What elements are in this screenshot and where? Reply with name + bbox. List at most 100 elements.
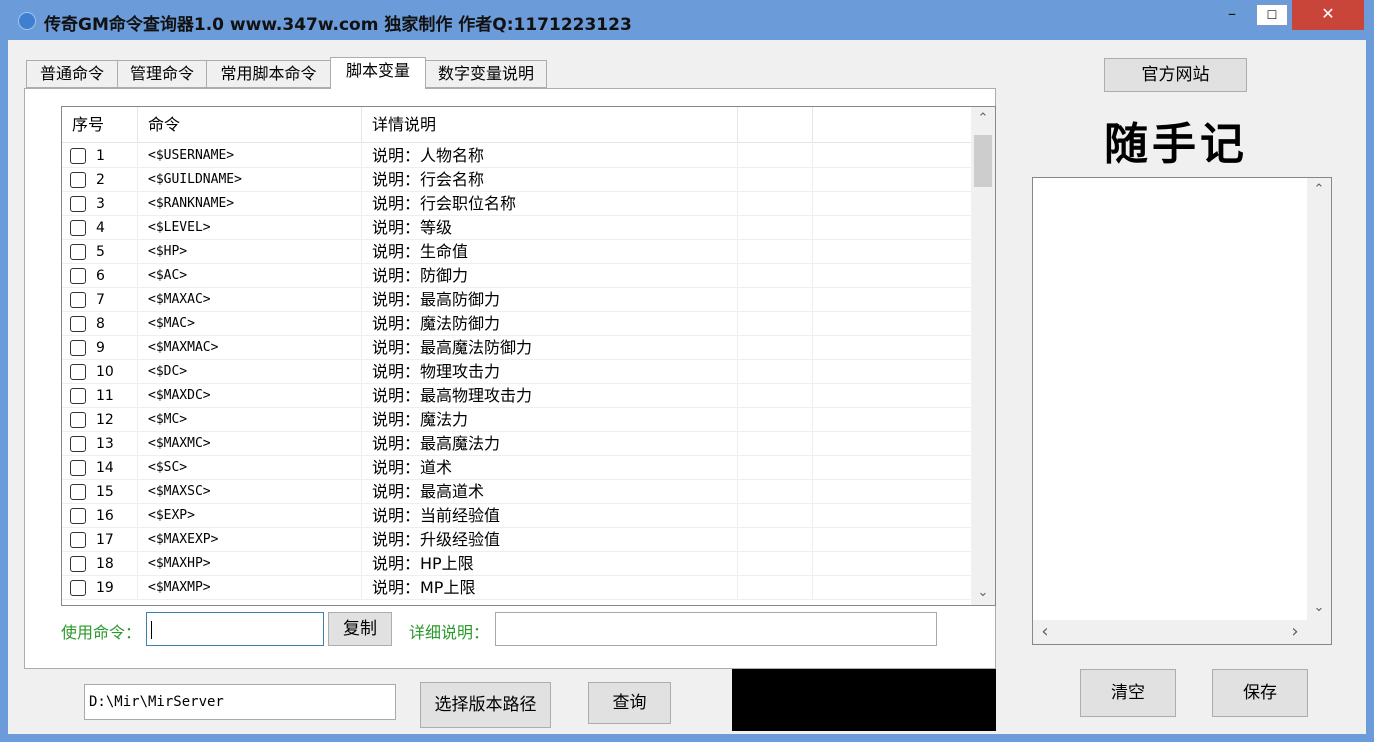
row-number-cell: 4 xyxy=(62,216,138,240)
row-checkbox[interactable] xyxy=(70,556,86,572)
row-command: <$DC> xyxy=(138,360,362,384)
query-button[interactable]: 查询 xyxy=(588,682,671,724)
notes-scroll-down-icon[interactable]: ⌄ xyxy=(1307,596,1331,620)
col-command[interactable]: 命令 xyxy=(138,107,362,143)
row-number-cell: 8 xyxy=(62,312,138,336)
row-number: 8 xyxy=(96,316,105,332)
row-number: 19 xyxy=(96,580,114,596)
tab-script-commands[interactable]: 常用脚本命令 xyxy=(206,60,331,88)
table-row[interactable]: 14 <$SC> 说明：道术 xyxy=(62,456,972,480)
table-row[interactable]: 5 <$HP> 说明：生命值 xyxy=(62,240,972,264)
row-number-cell: 9 xyxy=(62,336,138,360)
save-button[interactable]: 保存 xyxy=(1212,669,1308,717)
close-button[interactable]: ✕ xyxy=(1292,0,1364,30)
table-row[interactable]: 16 <$EXP> 说明：当前经验值 xyxy=(62,504,972,528)
row-extra-cell xyxy=(738,216,813,240)
row-checkbox[interactable] xyxy=(70,532,86,548)
notes-scroll-left-icon[interactable]: ‹ xyxy=(1033,620,1057,644)
row-number-cell: 3 xyxy=(62,192,138,216)
maximize-button[interactable]: ☐ xyxy=(1256,4,1288,26)
table-row[interactable]: 11 <$MAXDC> 说明：最高物理攻击力 xyxy=(62,384,972,408)
row-number-cell: 19 xyxy=(62,576,138,600)
table-row[interactable]: 4 <$LEVEL> 说明：等级 xyxy=(62,216,972,240)
tab-normal-commands[interactable]: 普通命令 xyxy=(26,60,118,88)
notes-scroll-up-icon[interactable]: ⌃ xyxy=(1307,178,1331,202)
row-command: <$EXP> xyxy=(138,504,362,528)
copy-button[interactable]: 复制 xyxy=(328,612,392,646)
row-extra-cell xyxy=(738,528,813,552)
row-checkbox[interactable] xyxy=(70,460,86,476)
table-row[interactable]: 13 <$MAXMC> 说明：最高魔法力 xyxy=(62,432,972,456)
row-checkbox[interactable] xyxy=(70,220,86,236)
row-checkbox[interactable] xyxy=(70,196,86,212)
tab-script-variables[interactable]: 脚本变量 xyxy=(330,57,426,89)
clear-button[interactable]: 清空 xyxy=(1080,669,1176,717)
scroll-down-icon[interactable]: ⌄ xyxy=(971,581,995,605)
row-checkbox[interactable] xyxy=(70,172,86,188)
row-checkbox[interactable] xyxy=(70,484,86,500)
minimize-button[interactable]: – xyxy=(1217,0,1247,30)
table-row[interactable]: 18 <$MAXHP> 说明：HP上限 xyxy=(62,552,972,576)
row-description: 说明：最高道术 xyxy=(362,480,738,504)
row-checkbox[interactable] xyxy=(70,580,86,596)
row-number: 15 xyxy=(96,484,114,500)
notes-vertical-scrollbar[interactable]: ⌃ ⌄ xyxy=(1307,178,1331,620)
table-row[interactable]: 3 <$RANKNAME> 说明：行会职位名称 xyxy=(62,192,972,216)
notes-scroll-corner xyxy=(1307,620,1331,644)
table-row[interactable]: 6 <$AC> 说明：防御力 xyxy=(62,264,972,288)
notes-scroll-right-icon[interactable]: › xyxy=(1283,620,1307,644)
row-checkbox[interactable] xyxy=(70,148,86,164)
table-row[interactable]: 12 <$MC> 说明：魔法力 xyxy=(62,408,972,432)
client-area: 普通命令 管理命令 常用脚本命令 脚本变量 数字变量说明 序号 命令 详情说明 … xyxy=(8,40,1366,734)
row-checkbox[interactable] xyxy=(70,292,86,308)
table-row[interactable]: 10 <$DC> 说明：物理攻击力 xyxy=(62,360,972,384)
row-extra-cell xyxy=(738,432,813,456)
server-path-input[interactable]: D:\Mir\MirServer xyxy=(84,684,396,720)
row-number-cell: 2 xyxy=(62,168,138,192)
row-number-cell: 10 xyxy=(62,360,138,384)
scroll-thumb[interactable] xyxy=(974,135,992,187)
command-list[interactable]: 序号 命令 详情说明 1 <$USERNAME> 说明：人物名称 2 <$GUILDNA… xyxy=(61,106,996,606)
row-command: <$SC> xyxy=(138,456,362,480)
row-command: <$LEVEL> xyxy=(138,216,362,240)
title-bar[interactable]: 传奇GM命令查询器1.0 www.347w.com 独家制作 作者Q:11712… xyxy=(0,0,1374,40)
row-command: <$MAXAC> xyxy=(138,288,362,312)
tab-admin-commands[interactable]: 管理命令 xyxy=(117,60,207,88)
row-number: 4 xyxy=(96,220,105,236)
table-row[interactable]: 2 <$GUILDNAME> 说明：行会名称 xyxy=(62,168,972,192)
row-checkbox[interactable] xyxy=(70,268,86,284)
row-checkbox[interactable] xyxy=(70,244,86,260)
row-description: 说明：防御力 xyxy=(362,264,738,288)
list-vertical-scrollbar[interactable]: ⌃ ⌄ xyxy=(971,107,995,605)
official-website-button[interactable]: 官方网站 xyxy=(1104,58,1247,92)
row-checkbox[interactable] xyxy=(70,436,86,452)
use-command-input[interactable] xyxy=(146,612,324,646)
row-checkbox[interactable] xyxy=(70,316,86,332)
table-row[interactable]: 17 <$MAXEXP> 说明：升级经验值 xyxy=(62,528,972,552)
col-number[interactable]: 序号 xyxy=(62,107,138,143)
row-description: 说明：行会职位名称 xyxy=(362,192,738,216)
col-detail[interactable]: 详情说明 xyxy=(362,107,738,143)
table-row[interactable]: 9 <$MAXMAC> 说明：最高魔法防御力 xyxy=(62,336,972,360)
row-checkbox[interactable] xyxy=(70,388,86,404)
table-row[interactable]: 15 <$MAXSC> 说明：最高道术 xyxy=(62,480,972,504)
notes-textarea[interactable]: ⌃ ⌄ ‹ › xyxy=(1032,177,1332,645)
table-row[interactable]: 1 <$USERNAME> 说明：人物名称 xyxy=(62,144,972,168)
notes-horizontal-scrollbar[interactable]: ‹ › xyxy=(1033,620,1307,644)
row-checkbox[interactable] xyxy=(70,508,86,524)
scroll-up-icon[interactable]: ⌃ xyxy=(971,107,995,131)
row-number: 16 xyxy=(96,508,114,524)
tab-number-variables[interactable]: 数字变量说明 xyxy=(425,60,547,88)
select-path-button[interactable]: 选择版本路径 xyxy=(420,682,551,728)
row-checkbox[interactable] xyxy=(70,340,86,356)
row-extra-cell xyxy=(738,168,813,192)
row-checkbox[interactable] xyxy=(70,412,86,428)
row-extra-cell xyxy=(738,312,813,336)
table-row[interactable]: 7 <$MAXAC> 说明：最高防御力 xyxy=(62,288,972,312)
table-row[interactable]: 8 <$MAC> 说明：魔法防御力 xyxy=(62,312,972,336)
row-command: <$MAXMAC> xyxy=(138,336,362,360)
detail-input[interactable] xyxy=(495,612,937,646)
table-row[interactable]: 19 <$MAXMP> 说明：MP上限 xyxy=(62,576,972,600)
row-description: 说明：魔法防御力 xyxy=(362,312,738,336)
row-checkbox[interactable] xyxy=(70,364,86,380)
